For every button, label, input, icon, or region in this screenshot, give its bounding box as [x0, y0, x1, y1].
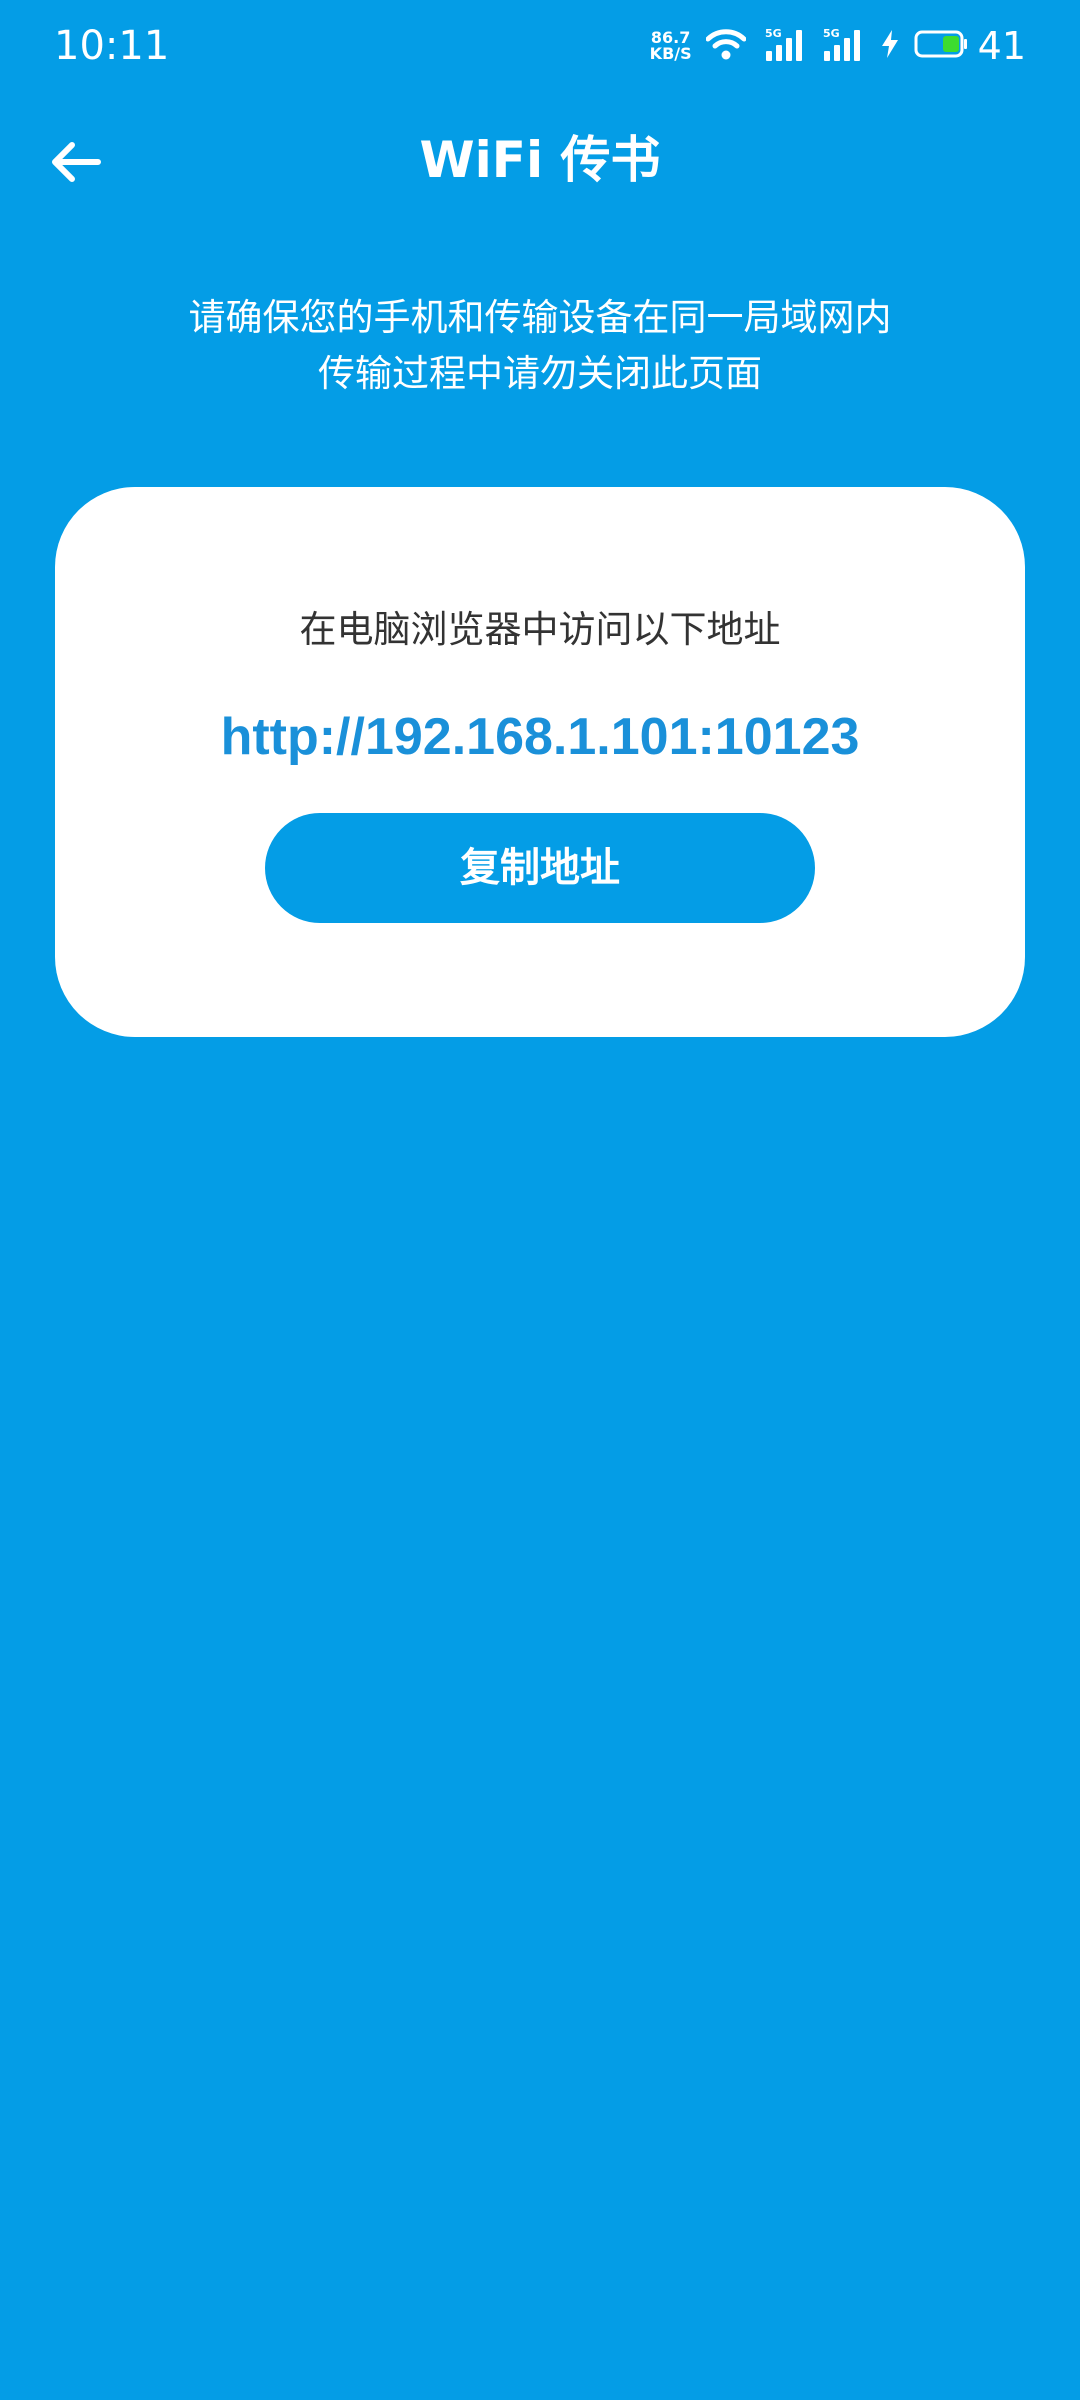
copy-address-button[interactable]: 复制地址 — [265, 813, 815, 923]
status-icons: 86.7 KB/S 5G 5G 41 — [650, 24, 1026, 68]
address-prompt: 在电脑浏览器中访问以下地址 — [299, 608, 781, 651]
battery-icon — [914, 30, 968, 62]
network-speed: 86.7 KB/S — [650, 30, 692, 62]
signal-label: 5G — [765, 27, 782, 40]
instructions: 请确保您的手机和传输设备在同一局域网内 传输过程中请勿关闭此页面 — [0, 290, 1080, 402]
back-button[interactable] — [40, 130, 112, 194]
status-time: 10:11 — [54, 23, 170, 69]
instruction-line-2: 传输过程中请勿关闭此页面 — [318, 352, 762, 395]
charging-bolt-icon — [880, 29, 900, 63]
address-card: 在电脑浏览器中访问以下地址 http://192.168.1.101:10123… — [55, 487, 1025, 1037]
app-header: WiFi 传书 — [0, 110, 1080, 210]
instruction-line-1: 请确保您的手机和传输设备在同一局域网内 — [188, 296, 892, 339]
status-bar: 10:11 86.7 KB/S 5G 5G 41 — [0, 0, 1080, 92]
page-title: WiFi 传书 — [419, 131, 661, 189]
signal-label-2: 5G — [823, 27, 840, 40]
network-speed-unit: KB/S — [649, 44, 692, 63]
signal-icon-2: 5G — [822, 27, 866, 65]
server-url: http://192.168.1.101:10123 — [220, 708, 860, 766]
back-arrow-icon — [52, 142, 101, 182]
wifi-icon — [705, 27, 747, 65]
battery-level: 41 — [977, 24, 1026, 68]
signal-icon: 5G — [764, 27, 808, 65]
